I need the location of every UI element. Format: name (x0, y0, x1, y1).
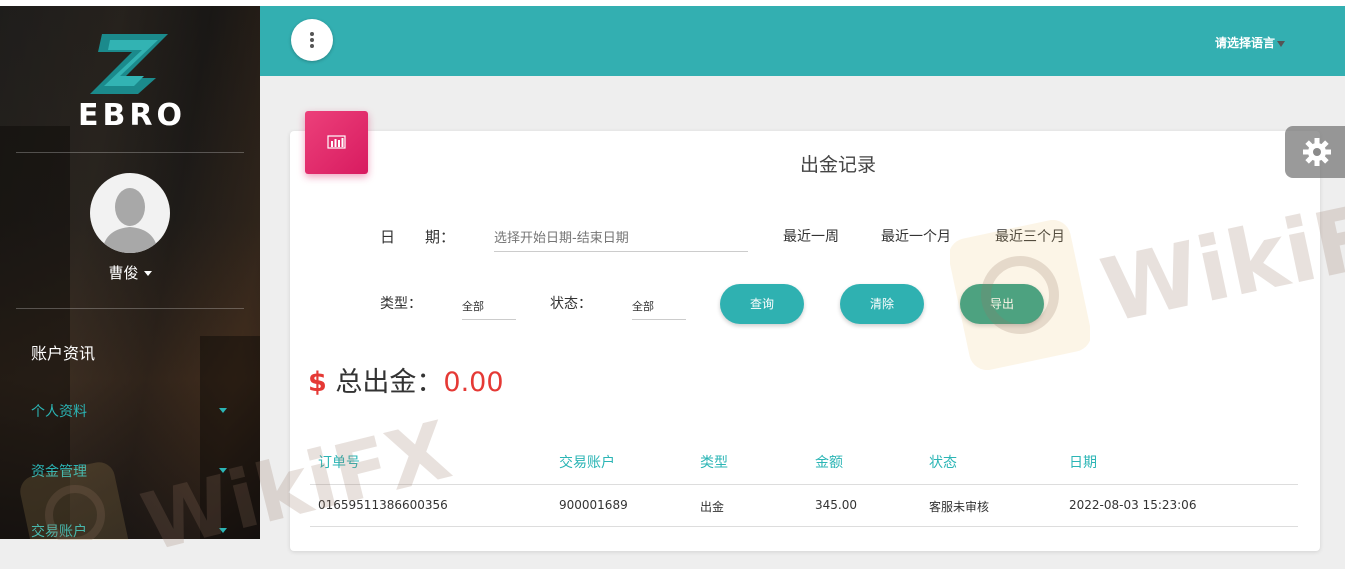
sidebar-toggle-button[interactable] (291, 19, 333, 61)
query-button[interactable]: 查询 (720, 284, 804, 324)
user-silhouette-icon (102, 188, 158, 253)
date-range-input[interactable] (494, 226, 748, 252)
sidebar-section-title: 账户资讯 (31, 344, 96, 363)
table-header-account[interactable]: 交易账户 (559, 452, 615, 472)
user-menu-toggle[interactable]: 曹俊 (0, 262, 260, 283)
content-card (290, 131, 1320, 551)
status-select[interactable]: 全部 (632, 298, 686, 320)
language-select-label: 请选择语言 (1214, 36, 1275, 50)
kebab-dot (310, 32, 314, 36)
sidebar: EBRO 曹俊 账户资讯 个人资料 资金管理 交易账户 (0, 6, 260, 539)
gear-icon (1303, 138, 1331, 166)
quick-range-month[interactable]: 最近一个月 (881, 226, 951, 246)
table-header-order-no[interactable]: 订单号 (318, 452, 360, 472)
status-select-value: 全部 (632, 300, 654, 313)
caret-down-icon (143, 271, 152, 276)
total-label: 总出金： (335, 367, 444, 398)
user-name: 曹俊 (108, 264, 139, 282)
table-cell-type: 出金 (700, 500, 725, 514)
export-button[interactable]: 导出 (960, 284, 1044, 324)
total-withdrawal: $ 总出金：0.00 (308, 360, 504, 399)
caret-down-icon (219, 528, 227, 533)
settings-toggle-button[interactable] (1285, 126, 1345, 178)
table-divider (310, 484, 1298, 485)
sidebar-item-profile[interactable]: 个人资料 (31, 401, 231, 421)
table-header-status[interactable]: 状态 (929, 452, 957, 472)
brand-logo-text: EBRO (78, 98, 186, 133)
table-cell-date: 2022-08-03 15:23:06 (1069, 498, 1197, 512)
sidebar-item-label: 资金管理 (31, 464, 87, 480)
top-header: 请选择语言 (260, 6, 1345, 76)
caret-down-icon (219, 408, 227, 413)
avatar[interactable] (90, 173, 170, 253)
sidebar-item-label: 交易账户 (31, 524, 87, 539)
sidebar-item-funds[interactable]: 资金管理 (31, 461, 231, 481)
quick-range-week[interactable]: 最近一周 (783, 226, 839, 246)
kebab-dot (310, 44, 314, 48)
sidebar-item-label: 个人资料 (31, 404, 87, 420)
type-select-value: 全部 (462, 300, 484, 313)
table-header-date[interactable]: 日期 (1069, 452, 1097, 472)
total-amount: 0.00 (443, 367, 504, 398)
table-cell-order-no: 01659511386600356 (318, 498, 448, 512)
kebab-dot (310, 38, 314, 42)
caret-down-icon (219, 468, 227, 473)
card-header-icon (305, 111, 368, 174)
language-select[interactable]: 请选择语言 (1215, 34, 1285, 51)
type-select[interactable]: 全部 (462, 298, 516, 320)
sidebar-bg-building (200, 336, 260, 539)
table-cell-amount: 345.00 (815, 498, 857, 512)
bar-chart-icon (327, 135, 346, 149)
sidebar-item-trading-accounts[interactable]: 交易账户 (31, 521, 231, 539)
page-title: 出金记录 (800, 154, 877, 176)
caret-down-icon (1277, 40, 1285, 47)
table-cell-status: 客服未审核 (929, 500, 990, 514)
table-header-amount[interactable]: 金额 (815, 452, 843, 472)
quick-range-three-months[interactable]: 最近三个月 (995, 226, 1065, 246)
sidebar-divider (16, 152, 244, 153)
table-cell-account: 900001689 (559, 498, 628, 512)
table-divider (310, 526, 1298, 527)
sidebar-divider (16, 308, 244, 309)
currency-symbol: $ (308, 367, 327, 398)
date-label: 日 期： (380, 228, 456, 246)
type-label: 类型： (380, 296, 422, 312)
table-header-type[interactable]: 类型 (700, 452, 728, 472)
clear-button[interactable]: 清除 (840, 284, 924, 324)
status-label: 状态： (550, 296, 592, 312)
